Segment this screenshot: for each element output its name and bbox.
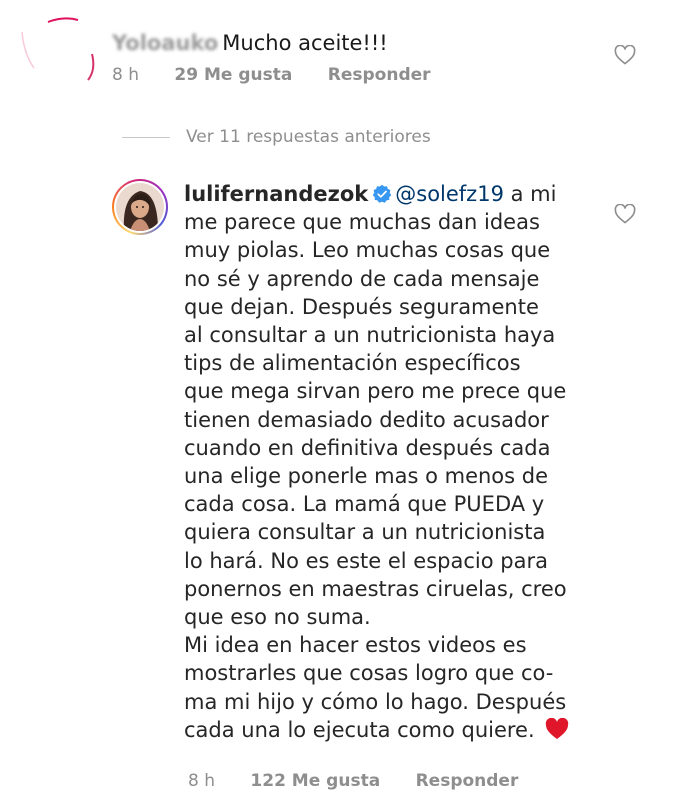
comment-line: tienen demasiado dedito acusador	[184, 407, 549, 432]
comment-line: que dejan. Después seguramente	[184, 294, 539, 319]
top-comment-text: Mucho aceite!!!	[222, 31, 388, 55]
top-comment-like-button[interactable]	[614, 44, 636, 65]
top-comment-likes[interactable]: 29 Me gusta	[174, 65, 292, 85]
comment-line: no sé y aprendo de cada mensaje	[184, 266, 540, 291]
main-comment-time: 8 h	[188, 771, 215, 791]
comment-line: Mi idea en hacer estos videos es	[184, 633, 527, 658]
heart-outline-icon	[614, 203, 636, 224]
comment-line: ponernos en maestras ciruelas, creo	[184, 576, 567, 601]
comment-line: cuando en definitiva después cada	[184, 435, 551, 460]
comment-line: que mega sirvan pero me prece que	[184, 379, 567, 404]
comment-line: una elige ponerle mas o menos de	[184, 464, 549, 489]
main-comment-reply-button[interactable]: Responder	[416, 771, 519, 791]
comment-line: que eso no suma.	[184, 605, 371, 630]
view-previous-replies-label: Ver 11 respuestas anteriores	[186, 127, 431, 147]
comment-line: mostrarles que cosas logro que co-	[184, 661, 554, 686]
main-comment-like-button[interactable]	[614, 203, 636, 224]
comment-line: al consultar a un nutricionista haya	[184, 323, 556, 348]
red-heart-emoji-icon	[545, 717, 568, 739]
main-comment-likes[interactable]: 122 Me gusta	[250, 771, 380, 791]
heart-outline-icon	[614, 44, 636, 65]
top-comment-avatar-fragment	[18, 14, 98, 84]
avatar-photo	[116, 183, 164, 231]
comment-line: muy piolas. Leo muchas cosas que	[184, 238, 551, 263]
comment-line: quiera consultar a un nutricionista	[184, 520, 546, 545]
replies-divider-line	[122, 136, 170, 138]
top-comment-username[interactable]: Yoloauko	[112, 28, 218, 58]
avatar-ring-gap	[114, 181, 166, 233]
comment-first-line: lulifernandezok @solefz19 a mi	[184, 180, 594, 208]
comment-line: tips de alimentación específicos	[184, 351, 521, 376]
main-comment-meta: 8 h 122 Me gusta Responder	[188, 769, 548, 793]
comment-last-line-text: cada una lo ejecuta como quiere.	[184, 717, 535, 742]
comment-line: cada cosa. La mamá que PUEDA y	[184, 492, 545, 517]
top-comment-reply-button[interactable]: Responder	[328, 65, 431, 85]
comment-line: lo hará. No es este el espacio para	[184, 548, 548, 573]
comment-last-line: cada una lo ejecuta como quiere.	[184, 716, 594, 744]
main-comment-avatar[interactable]	[112, 179, 168, 235]
main-comment-body: lulifernandezok @solefz19 a mi me parece…	[184, 180, 594, 744]
mention-link[interactable]: @solefz19	[395, 182, 504, 206]
main-comment-username[interactable]: lulifernandezok	[184, 182, 368, 206]
comment-line: ma mi hijo y cómo lo hago. Después	[184, 689, 567, 714]
top-comment-text-row: Yoloauko Mucho aceite!!!	[112, 28, 388, 58]
top-comment-meta: 8 h 29 Me gusta Responder	[112, 63, 461, 87]
comment-line: me parece que muchas dan ideas	[184, 210, 540, 235]
view-previous-replies-button[interactable]: Ver 11 respuestas anteriores	[122, 124, 431, 150]
verified-badge-icon	[373, 184, 392, 203]
comment-first-line-text: a mi	[503, 182, 557, 206]
top-comment-time: 8 h	[112, 65, 139, 85]
